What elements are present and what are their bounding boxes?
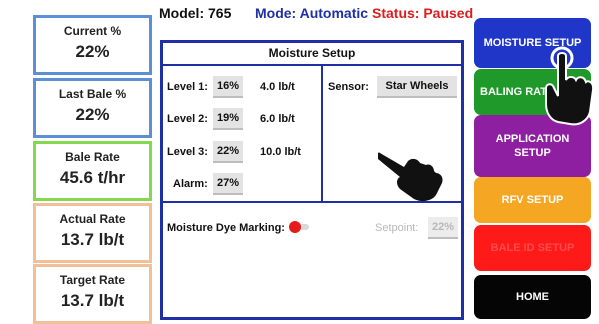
setpoint-input[interactable]: 22% bbox=[428, 217, 458, 239]
last-bale-label: Last Bale % bbox=[58, 87, 127, 101]
level-1-rate: 4.0 lb/t bbox=[260, 81, 295, 93]
level-1-input[interactable]: 16% bbox=[213, 76, 243, 98]
mode-text: Mode: Automatic bbox=[255, 5, 369, 21]
actual-rate-label: Actual Rate bbox=[59, 212, 126, 226]
moisture-setup-panel: Moisture Setup Level 1: 16% 4.0 lb/t Lev… bbox=[160, 40, 464, 320]
actual-rate-value: 13.7 lb/t bbox=[60, 230, 125, 249]
level-2-input[interactable]: 19% bbox=[213, 108, 243, 130]
level-2-label: Level 2: bbox=[167, 113, 208, 125]
sensor-select[interactable]: Star Wheels bbox=[377, 76, 457, 98]
hand-pointer-icon bbox=[545, 46, 594, 126]
bale-id-setup-button[interactable]: BALE ID SETUP bbox=[474, 225, 591, 271]
home-button-label: HOME bbox=[516, 291, 549, 303]
sensor-label: Sensor: bbox=[328, 81, 369, 93]
dye-marking-label: Moisture Dye Marking: bbox=[167, 222, 285, 234]
rfv-setup-button-label: RFV SETUP bbox=[501, 194, 564, 206]
alarm-label: Alarm: bbox=[173, 178, 208, 190]
hand-pointer-icon bbox=[378, 152, 443, 202]
alarm-input[interactable]: 27% bbox=[213, 173, 243, 195]
setpoint-label: Setpoint: bbox=[375, 222, 419, 234]
home-button[interactable]: HOME bbox=[474, 275, 591, 319]
last-bale-card: Last Bale % 22% bbox=[33, 78, 152, 138]
level-3-input[interactable]: 22% bbox=[213, 141, 243, 163]
dye-marking-toggle[interactable] bbox=[289, 221, 309, 233]
last-bale-value: 22% bbox=[75, 105, 110, 124]
rfv-setup-button[interactable]: RFV SETUP bbox=[474, 177, 591, 223]
model-text: Model: 765 bbox=[159, 5, 232, 21]
bale-rate-value: 45.6 t/hr bbox=[59, 168, 126, 187]
application-setup-button-label: APPLICATION SETUP bbox=[495, 133, 570, 159]
target-rate-value: 13.7 lb/t bbox=[60, 291, 125, 310]
current-percent-value: 22% bbox=[75, 42, 110, 61]
level-1-label: Level 1: bbox=[167, 81, 208, 93]
level-2-rate: 6.0 lb/t bbox=[260, 113, 295, 125]
current-percent-label: Current % bbox=[63, 24, 122, 38]
current-percent-card: Current % 22% bbox=[33, 15, 152, 75]
bale-rate-label: Bale Rate bbox=[65, 150, 120, 164]
status-text: Status: Paused bbox=[372, 5, 474, 21]
level-3-rate: 10.0 lb/t bbox=[260, 146, 301, 158]
bale-rate-card: Bale Rate 45.6 t/hr bbox=[33, 141, 152, 201]
panel-divider-vertical bbox=[321, 66, 323, 201]
bale-id-setup-button-label: BALE ID SETUP bbox=[490, 242, 575, 254]
actual-rate-card: Actual Rate 13.7 lb/t bbox=[33, 203, 152, 263]
status-header: Model: 765 Mode: Automatic Status: Pause… bbox=[159, 5, 474, 33]
target-rate-card: Target Rate 13.7 lb/t bbox=[33, 264, 152, 324]
target-rate-label: Target Rate bbox=[59, 273, 126, 287]
level-3-label: Level 3: bbox=[167, 146, 208, 158]
panel-title: Moisture Setup bbox=[163, 43, 461, 66]
